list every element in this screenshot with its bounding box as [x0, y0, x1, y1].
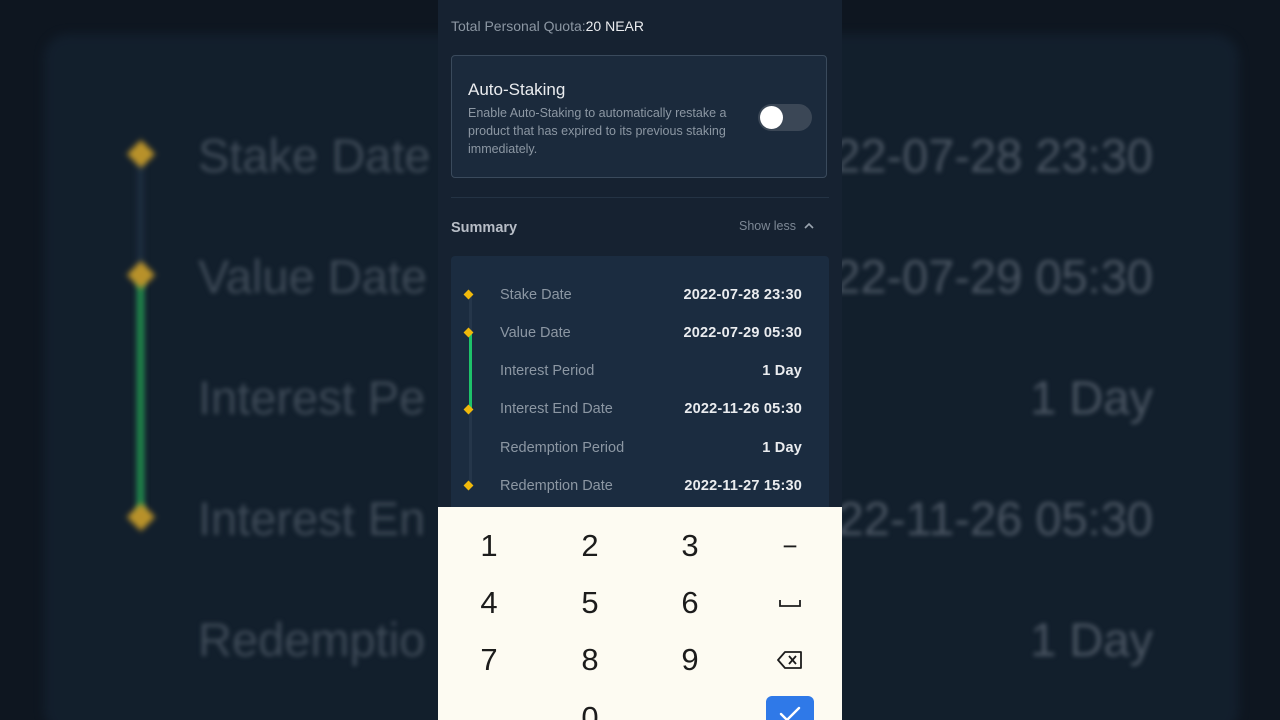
key-7[interactable]: 7: [439, 634, 539, 686]
key-minus[interactable]: −: [740, 520, 840, 572]
personal-quota: Total Personal Quota:20 NEAR: [451, 18, 644, 34]
toggle-knob: [760, 106, 783, 129]
timeline-progress: [469, 333, 472, 410]
key-1[interactable]: 1: [439, 520, 539, 572]
row-label: Stake Date: [500, 287, 572, 303]
key-8[interactable]: 8: [540, 634, 640, 686]
numeric-keypad: 1 2 3 − 4 5 6 7 8 9 0: [438, 507, 842, 720]
auto-staking-toggle[interactable]: [758, 104, 812, 131]
key-space[interactable]: [740, 577, 840, 629]
summary-row-value-date: Value Date 2022-07-29 05:30: [500, 323, 802, 343]
row-value: 2022-11-26 05:30: [684, 401, 802, 417]
summary-title: Summary: [451, 220, 518, 236]
chevron-up-icon: [804, 222, 814, 229]
row-label: Value Date: [500, 325, 571, 341]
divider: [451, 197, 829, 198]
quota-value: 20 NEAR: [585, 18, 644, 34]
key-5[interactable]: 5: [540, 577, 640, 629]
key-2[interactable]: 2: [540, 520, 640, 572]
key-backspace[interactable]: [740, 634, 840, 686]
key-0[interactable]: 0: [540, 692, 640, 720]
auto-staking-card: Auto-Staking Enable Auto-Staking to auto…: [451, 55, 827, 178]
summary-row-redemption-date: Redemption Date 2022-11-27 15:30: [500, 476, 802, 496]
row-value: 1 Day: [762, 363, 802, 379]
row-label: Redemption Date: [500, 478, 613, 494]
done-button[interactable]: [766, 696, 814, 720]
row-label: Redemption Period: [500, 440, 625, 456]
row-label: Interest Period: [500, 363, 595, 379]
row-label: Interest End Date: [500, 401, 613, 417]
summary-row-redemption-period: Redemption Period 1 Day: [500, 438, 802, 458]
row-value: 2022-07-28 23:30: [683, 287, 802, 303]
staking-panel: Total Personal Quota:20 NEAR Auto-Stakin…: [438, 0, 842, 720]
auto-staking-title: Auto-Staking: [468, 80, 566, 99]
row-value: 2022-11-27 15:30: [684, 478, 802, 494]
quota-label: Total Personal Quota:: [451, 18, 586, 34]
key-3[interactable]: 3: [640, 520, 740, 572]
key-9[interactable]: 9: [640, 634, 740, 686]
auto-staking-description: Enable Auto-Staking to automatically res…: [468, 106, 727, 156]
summary-row-interest-period: Interest Period 1 Day: [500, 361, 802, 381]
space-icon: [779, 600, 801, 607]
key-4[interactable]: 4: [439, 577, 539, 629]
row-value: 2022-07-29 05:30: [683, 325, 802, 341]
show-less-button[interactable]: Show less: [739, 219, 814, 233]
key-6[interactable]: 6: [640, 577, 740, 629]
background-timeline-progress: [137, 274, 144, 518]
summary-row-stake-date: Stake Date 2022-07-28 23:30: [500, 285, 802, 305]
backspace-icon: [777, 651, 802, 669]
summary-row-interest-end-date: Interest End Date 2022-11-26 05:30: [500, 399, 802, 419]
row-value: 1 Day: [762, 440, 802, 456]
show-less-label: Show less: [739, 219, 796, 233]
check-icon: [779, 706, 801, 720]
